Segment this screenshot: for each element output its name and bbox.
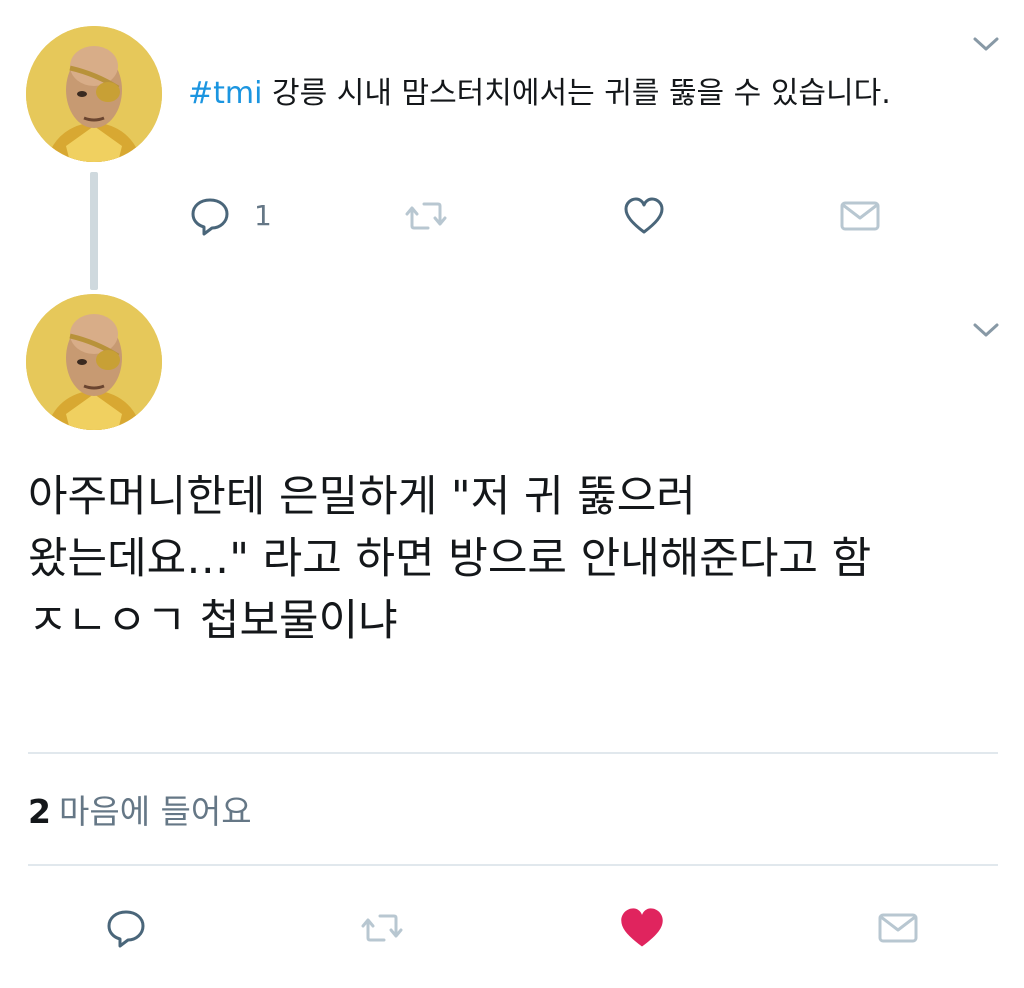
avatar[interactable] (26, 294, 162, 430)
tweet-text: #tmi 강릉 시내 맘스터치에서는 귀를 뚫을 수 있습니다. (188, 74, 891, 114)
avatar[interactable] (26, 26, 162, 162)
chevron-down-icon[interactable] (972, 34, 1000, 54)
chevron-down-icon[interactable] (972, 320, 1000, 340)
likes-summary[interactable]: 2 마음에 들어요 (28, 790, 252, 834)
heart-icon[interactable] (622, 194, 666, 238)
tweet-body: 강릉 시내 맘스터치에서는 귀를 뚫을 수 있습니다. (262, 76, 891, 111)
reply-count: 1 (254, 199, 272, 232)
likes-count: 2 (28, 792, 51, 831)
tweet-text: 아주머니한테 은밀하게 "저 귀 뚫으러 왔는데요…" 라고 하면 방으로 안내… (28, 466, 988, 652)
tweet-line: 왔는데요…" 라고 하면 방으로 안내해준다고 함 (28, 534, 872, 584)
mail-icon[interactable] (838, 194, 882, 238)
divider (28, 752, 998, 754)
retweet-icon[interactable] (360, 906, 404, 950)
thread-line (90, 172, 98, 290)
mail-icon[interactable] (876, 906, 920, 950)
divider (28, 864, 998, 866)
reply-icon[interactable] (188, 194, 232, 238)
likes-label: 마음에 들어요 (58, 792, 252, 831)
hashtag-link[interactable]: #tmi (188, 76, 262, 111)
heart-icon[interactable] (618, 904, 666, 952)
reply-icon[interactable] (104, 906, 148, 950)
tweet-line: ㅈㄴㅇㄱ 첩보물이냐 (28, 596, 398, 646)
retweet-icon[interactable] (404, 194, 448, 238)
tweet-line: 아주머니한테 은밀하게 "저 귀 뚫으러 (28, 472, 696, 522)
